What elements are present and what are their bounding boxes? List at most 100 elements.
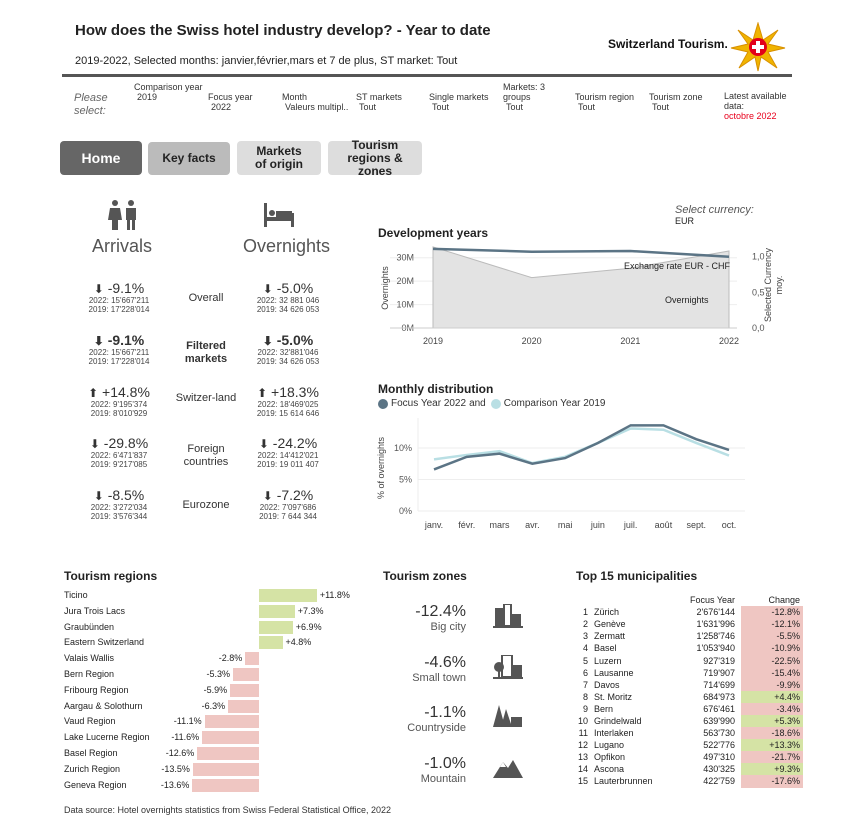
municipality-name: St. Moritz [594,691,633,702]
region-value: +7.3% [297,605,324,616]
kpi-arr-0: ⬇ -9.1% 2022: 15'667'211 2019: 17'228'014 [64,280,174,314]
zone-pct: -1.1% [424,704,466,721]
filter-value[interactable]: 2022 [208,102,280,112]
focus-value: 1'053'940 [696,643,736,654]
region-value: -2.8% [218,653,243,664]
filter-6[interactable]: Tourism region Tout [575,92,647,112]
kpi-comparison-value: 2019: 7 644 344 [259,512,317,521]
zone-name: Countryside [407,722,466,734]
filter-0[interactable]: Comparison year 2019 [134,82,206,102]
kpi-row-label: Foreign countries [183,443,229,468]
filter-3[interactable]: ST markets Tout [356,92,428,112]
focus-value: 676'461 [703,703,736,714]
nav-key-facts-button[interactable]: Key facts [148,142,230,175]
region-value: +6.9% [295,621,322,632]
x-tick-label: févr. [458,520,475,530]
x-tick-label: août [655,520,673,530]
kpi-pct: -5.0% [276,332,314,348]
y-tick-label: 0% [399,506,412,516]
municipality-name: Lausanne [594,667,634,678]
filter-label: ST markets [356,92,402,102]
kpi-row-label: Eurozone [182,499,230,511]
legend-swatch-focus [378,398,388,409]
kpi-comparison-value: 2019: 17'228'014 [88,305,150,314]
filter-7[interactable]: Tourism zone Tout [649,92,721,112]
filter-value[interactable]: Valeurs multipl.. [282,102,354,112]
nav-markets-button[interactable]: Markets of origin [237,141,321,175]
rank: 8 [583,691,589,702]
municipality-name: Ascona [594,764,625,775]
rank: 14 [578,764,589,775]
kpi-change: ⬆ +14.8% [64,384,174,400]
filter-5[interactable]: Markets: 3 groups Tout [503,82,575,112]
municipality-name: Opfikon [594,752,626,763]
region-name: Fribourg Region [64,684,129,695]
filter-2[interactable]: Month Valeurs multipl.. [282,92,354,112]
zones-title: Tourism zones [383,569,467,583]
kpi-row-label: Overall [188,292,224,304]
arrow-down-icon: ⬇ [93,282,104,296]
region-value: -12.6% [165,748,195,758]
zone-3: -1.0% Mountain [386,755,466,785]
rank: 3 [583,631,589,642]
rank: 5 [583,655,589,666]
municipality-name: Bern [594,703,614,714]
subtitle-text: 2019-2022, Selected months: janvier,févr… [75,55,437,67]
currency-select[interactable]: EUR [675,216,694,226]
kpi-change: ⬇ -24.2% [233,435,343,451]
municipality-name: Lauterbrunnen [594,776,653,787]
change-value: -21.7% [741,751,804,764]
filter-value[interactable]: Tout [429,102,501,112]
municipality-name: Zermatt [594,631,626,642]
municipalities-table: Focus Year Change 1 Zürich 2'676'144 -12.8% 2… [575,594,804,788]
kpi-pct: -9.1% [107,332,145,348]
focus-value: 497'310 [703,752,736,763]
x-tick-label: juin [590,520,605,530]
col-change: Change [768,595,801,606]
kpi-focus-value: 2022: 6'471'837 [90,451,148,460]
change-value: +5.3% [741,714,804,728]
municipality-name: Grindelwald [594,715,642,726]
arrow-up-icon: ⬆ [88,386,99,400]
region-value: -11.1% [173,716,202,727]
y-axis-label: % of overnights [376,436,386,499]
kpi-row-label: Switzer-land [175,392,237,404]
region-name: Graubünden [64,621,115,632]
filter-value[interactable]: 2019 [134,92,206,102]
filter-4[interactable]: Single markets Tout [429,92,501,112]
kpi-pct: +18.3% [271,384,319,400]
change-value: +4.4% [741,690,804,703]
overnights-heading: Overnights [243,236,331,256]
filter-label: Focus year [208,92,253,102]
rank: 7 [583,679,589,690]
edelweiss-logo-icon [730,22,786,72]
zone-pct: -12.4% [415,603,466,620]
y-tick-label: 10% [394,443,412,453]
filter-1[interactable]: Focus year 2022 [208,92,280,112]
x-tick-label: avr. [525,520,540,530]
municipality-row: 9 Bern 676'461 -3.4% [575,702,804,715]
filter-label: Tourism zone [649,92,703,102]
filter-value[interactable]: Tout [356,102,428,112]
nav-regions-button[interactable]: Tourism regions & zones [328,138,422,177]
countryside-icon [493,705,522,727]
region-name: Vaud Region [64,716,116,727]
change-value: -12.8% [741,606,804,619]
arrow-down-icon: ⬇ [258,437,269,451]
municipality-name: Interlaken [594,728,634,739]
municipality-row: 15 Lauterbrunnen 422'759 -17.6% [575,775,804,788]
kpi-comparison-value: 2019: 8'010'929 [90,409,148,418]
kpi-focus-value: 2022: 15'667'211 [88,296,150,305]
y2-axis-label-unit: moy. [774,276,784,295]
municipality-row: 2 Genève 1'631'996 -12.1% [575,618,804,631]
filter-value[interactable]: Tout [503,102,575,112]
filter-value[interactable]: Tout [649,102,721,112]
rank: 1 [583,607,589,618]
filter-value[interactable]: Tout [575,102,647,112]
municipality-name: Luzern [594,655,622,666]
nav-home-button[interactable]: Home [60,141,142,175]
people-icon [108,200,136,230]
kpi-arr-3: ⬇ -29.8% 2022: 6'471'837 2019: 9'217'085 [64,435,174,469]
logo-text: Switzerland Tourism. [608,37,728,51]
latest-data-label: Latest available data: [724,91,787,111]
